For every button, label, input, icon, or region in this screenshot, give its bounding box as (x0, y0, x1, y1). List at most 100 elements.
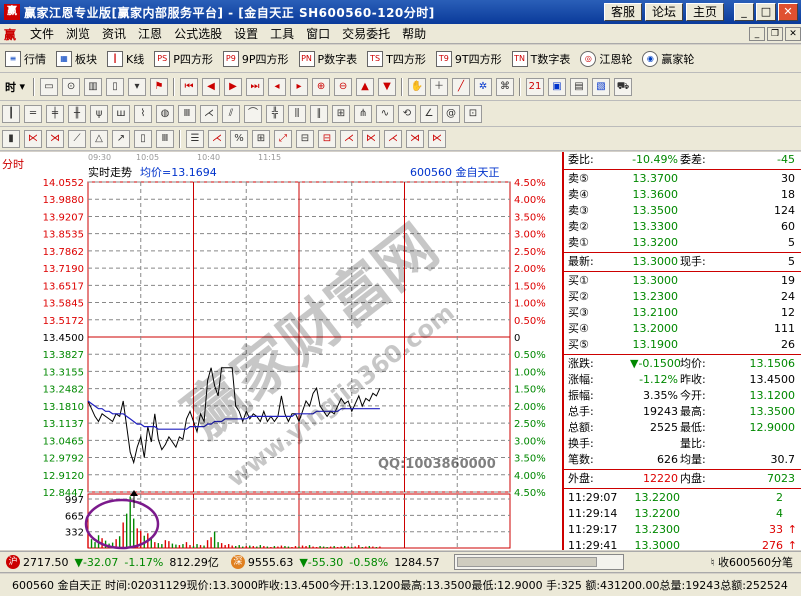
menu-trade[interactable]: 交易委托 (336, 25, 396, 42)
fan-red2-icon[interactable]: ⋌ (340, 129, 358, 148)
percent-icon[interactable]: % (230, 129, 248, 148)
menu-tools[interactable]: 工具 (264, 25, 300, 42)
up-icon[interactable]: ▲ (356, 77, 375, 96)
toolbar-p-number-button[interactable]: PN P数字表 (298, 50, 357, 67)
menu-window[interactable]: 窗口 (300, 25, 336, 42)
triangle-icon[interactable]: △ (90, 129, 108, 148)
grid-line2-icon[interactable]: ╫ (68, 104, 86, 123)
toolbar-kline-button[interactable]: ┃ K线 (107, 50, 144, 67)
fan-icon[interactable]: ⋌ (200, 104, 218, 123)
angle-icon[interactable]: ∠ (420, 104, 438, 123)
zoom-icon[interactable]: ⊙ (62, 77, 81, 96)
first-icon[interactable]: ⏮ (180, 77, 199, 96)
fan-lines2-icon[interactable]: ⋊ (46, 129, 64, 148)
toolbar-gann-wheel-button[interactable]: ◎ 江恩轮 (580, 50, 632, 67)
toolbar-9t-square-button[interactable]: T9 9T四方形 (435, 50, 502, 67)
maximize-icon[interactable]: □ (756, 3, 776, 21)
last-icon[interactable]: ⏭ (246, 77, 265, 96)
fan-red3-icon[interactable]: ⋉ (362, 129, 380, 148)
mdi-close-icon[interactable]: ✕ (785, 26, 801, 41)
menu-info[interactable]: 资讯 (96, 25, 132, 42)
mdi-restore-icon[interactable]: ❐ (767, 26, 783, 41)
tree-icon[interactable]: ⋔ (354, 104, 372, 123)
menu-gann[interactable]: 江恩 (132, 25, 168, 42)
period-dropdown[interactable]: 时 ▾ (5, 79, 25, 95)
truck-icon[interactable]: ⛟ (614, 77, 633, 96)
grid-line-icon[interactable]: ╪ (46, 104, 64, 123)
level-icon[interactable]: ⊟ (296, 129, 314, 148)
ray-icon[interactable]: ↗ (112, 129, 130, 148)
indicator-select-icon[interactable]: ▾ (128, 77, 147, 96)
minimize-icon[interactable]: _ (734, 3, 754, 21)
toolbar-t-square-button[interactable]: TS T四方形 (367, 50, 426, 67)
comb-icon[interactable]: ш (112, 104, 130, 123)
toolbar-quotes-button[interactable]: ≡ 行情 (5, 50, 46, 67)
document-icon[interactable]: ▧ (592, 77, 611, 96)
collect-ticks-button[interactable]: ♮ 收600560分笔 (711, 554, 793, 570)
box-icon[interactable]: ⊡ (464, 104, 482, 123)
line-chart-icon[interactable]: ⟋ (68, 129, 86, 148)
wave-icon[interactable]: ∿ (376, 104, 394, 123)
home-button[interactable]: 主页 (685, 3, 724, 21)
mdi-minimize-icon[interactable]: _ (749, 26, 765, 41)
hand-icon[interactable]: ✋ (408, 77, 427, 96)
down-icon[interactable]: ▼ (378, 77, 397, 96)
fan-lines-icon[interactable]: ⋉ (24, 129, 42, 148)
pattern-icon[interactable]: ⌘ (496, 77, 515, 96)
channel-icon[interactable]: ⫽ (222, 104, 240, 123)
cycle-icon[interactable]: ⟲ (398, 104, 416, 123)
flag-icon[interactable]: ⚑ (150, 77, 169, 96)
rectangle-icon[interactable]: ▯ (134, 129, 152, 148)
window-icon[interactable]: ▣ (548, 77, 567, 96)
period-icon[interactable]: ⊞ (332, 104, 350, 123)
toolbar-winner-wheel-button[interactable]: ◉ 赢家轮 (642, 50, 694, 67)
next-icon[interactable]: ▶ (224, 77, 243, 96)
calculator-icon[interactable]: ▤ (570, 77, 589, 96)
right-arrow-icon[interactable]: ▸ (290, 77, 309, 96)
chart-canvas[interactable]: 09:30 10:05 10:40 11:15 实时走势 均价=13.1694 600560… (0, 152, 562, 550)
line-tool-icon[interactable]: ╱ (452, 77, 471, 96)
horizontal-scrollbar[interactable] (453, 554, 624, 570)
candle-type-icon[interactable]: ▯ (106, 77, 125, 96)
left-arrow-icon[interactable]: ◂ (268, 77, 287, 96)
intraday-chart[interactable]: 09:30 10:05 10:40 11:15 实时走势 均价=13.1694 600560… (0, 152, 562, 550)
zoom-out-icon[interactable]: ⊖ (334, 77, 353, 96)
spread-icon[interactable]: ⤢ (274, 129, 292, 148)
scroll-thumb[interactable] (456, 557, 597, 567)
menu-settings[interactable]: 设置 (228, 25, 264, 42)
toolbar-p-square-button[interactable]: PS P四方形 (154, 50, 213, 67)
fan-red5-icon[interactable]: ⋊ (406, 129, 424, 148)
spiral-icon[interactable]: @ (442, 104, 460, 123)
shanghai-index-icon[interactable]: 沪 (6, 555, 20, 569)
cross-grid-icon[interactable]: ╬ (266, 104, 284, 123)
crosshair-icon[interactable]: ＋ (430, 77, 449, 96)
fibo-icon[interactable]: ⫼ (288, 104, 306, 123)
multi-color-icon[interactable]: ✲ (474, 77, 493, 96)
menu-formula[interactable]: 公式选股 (168, 25, 228, 42)
bar-vertical-icon[interactable]: ▮ (2, 129, 20, 148)
fan-red-icon[interactable]: ⋌ (208, 129, 226, 148)
columns-icon[interactable]: Ⅲ (178, 104, 196, 123)
prev-icon[interactable]: ◀ (202, 77, 221, 96)
columns2-icon[interactable]: Ⅲ (156, 129, 174, 148)
shenzhen-index-icon[interactable]: 深 (230, 555, 245, 569)
toolbar-9p-square-button[interactable]: P9 9P四方形 (222, 50, 289, 67)
fork-icon[interactable]: ψ (90, 104, 108, 123)
calendar-icon[interactable]: 21 (526, 77, 545, 96)
horizontal-line-icon[interactable]: ═ (24, 104, 42, 123)
arc-icon[interactable]: ⌒ (244, 104, 262, 123)
ladder-icon[interactable]: ☰ (186, 129, 204, 148)
steps-icon[interactable]: ⌇ (134, 104, 152, 123)
service-button[interactable]: 客服 (603, 3, 642, 21)
parallel-icon[interactable]: ∥ (310, 104, 328, 123)
level-red-icon[interactable]: ⊟ (318, 129, 336, 148)
circle-grid-icon[interactable]: ◍ (156, 104, 174, 123)
bar-chart-icon[interactable]: ▥ (84, 77, 103, 96)
toolbar-sector-button[interactable]: ▦ 板块 (56, 50, 97, 67)
menu-browse[interactable]: 浏览 (60, 25, 96, 42)
fan-red6-icon[interactable]: ⋉ (428, 129, 446, 148)
fan-red4-icon[interactable]: ⋌ (384, 129, 402, 148)
toolbar-t-number-button[interactable]: TN T数字表 (511, 50, 570, 67)
forum-button[interactable]: 论坛 (644, 3, 683, 21)
menu-file[interactable]: 文件 (24, 25, 60, 42)
